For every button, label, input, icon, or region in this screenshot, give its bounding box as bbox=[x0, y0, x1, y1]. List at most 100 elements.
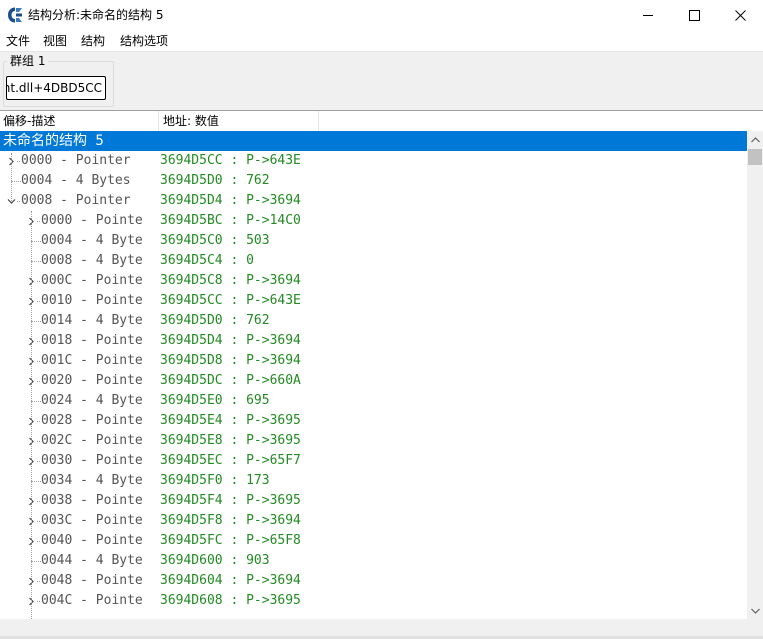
tree-row[interactable]: 001C - Pointe 3694D5D8 : P->3694 bbox=[0, 351, 747, 371]
minimize-button[interactable] bbox=[625, 0, 671, 31]
tree-connector bbox=[17, 201, 20, 202]
row-description-cell: 001C - Pointe bbox=[41, 351, 160, 371]
menu-view[interactable]: 视图 bbox=[43, 33, 67, 49]
column-header: 偏移-描述 地址: 数值 bbox=[0, 111, 763, 132]
tree-row[interactable]: 0020 - Pointe 3694D5DC : P->660A bbox=[0, 371, 747, 391]
row-description-cell: 004C - Pointe bbox=[41, 591, 160, 611]
tree-row[interactable]: 0018 - Pointe 3694D5D4 : P->3694 bbox=[0, 331, 747, 351]
tree-row[interactable]: 0028 - Pointe 3694D5E4 : P->3695 bbox=[0, 411, 747, 431]
row-offset-description: 0000 - Pointe bbox=[41, 213, 143, 228]
row-offset-description: 0004 - 4 Byte bbox=[41, 233, 143, 248]
row-offset-description: 0038 - Pointe bbox=[41, 493, 143, 508]
tree-row[interactable]: 0004 - 4 Byte 3694D5C0 : 503 bbox=[0, 231, 747, 251]
tree-row[interactable]: 0004 - 4 Bytes 3694D5D0 : 762 bbox=[0, 171, 747, 191]
vertical-scrollbar[interactable] bbox=[747, 131, 763, 619]
tree-connector bbox=[31, 321, 41, 322]
column-header-offset[interactable]: 偏移-描述 bbox=[3, 114, 55, 128]
row-offset-description: 0000 - Pointer bbox=[21, 153, 131, 168]
row-offset-description: 0034 - 4 Byte bbox=[41, 473, 143, 488]
row-address-value: 3694D5F0 : 173 bbox=[160, 473, 270, 488]
menu-structure-options[interactable]: 结构选项 bbox=[120, 33, 168, 49]
close-button[interactable] bbox=[717, 0, 763, 31]
row-address-value: 3694D604 : P->3694 bbox=[160, 573, 301, 588]
tree-connector bbox=[37, 221, 40, 222]
tree-row[interactable]: 0030 - Pointe 3694D5EC : P->65F7 bbox=[0, 451, 747, 471]
tree-row[interactable]: 0010 - Pointe 3694D5CC : P->643E bbox=[0, 291, 747, 311]
row-description-cell: 003C - Pointe bbox=[41, 511, 160, 531]
tree-row[interactable]: 0000 - Pointe 3694D5BC : P->14C0 bbox=[0, 211, 747, 231]
row-address-value: 3694D608 : P->3695 bbox=[160, 593, 301, 608]
tree-row[interactable]: 0014 - 4 Byte 3694D5D0 : 762 bbox=[0, 311, 747, 331]
menu-file[interactable]: 文件 bbox=[6, 33, 30, 49]
row-offset-description: 0044 - 4 Byte bbox=[41, 553, 143, 568]
row-address-value: 3694D5E0 : 695 bbox=[160, 393, 270, 408]
column-divider[interactable] bbox=[158, 111, 159, 131]
tree-connector bbox=[37, 301, 40, 302]
tree-row[interactable]: 0044 - 4 Byte 3694D600 : 903 bbox=[0, 551, 747, 571]
row-description-cell: 0028 - Pointe bbox=[41, 411, 160, 431]
row-description-cell: 0018 - Pointe bbox=[41, 331, 160, 351]
row-description-cell: 0038 - Pointe bbox=[41, 491, 160, 511]
tree-row[interactable]: 0048 - Pointe 3694D604 : P->3694 bbox=[0, 571, 747, 591]
row-description-cell: 000C - Pointe bbox=[41, 271, 160, 291]
tree-row[interactable]: 0008 - 4 Byte 3694D5C4 : 0 bbox=[0, 251, 747, 271]
tree-row[interactable]: 0000 - Pointer 3694D5CC : P->643E bbox=[0, 151, 747, 171]
group-label: 群组 1 bbox=[7, 53, 49, 69]
tree-connector bbox=[37, 341, 40, 342]
row-address-value: 3694D5D4 : P->3694 bbox=[160, 333, 301, 348]
row-offset-description: 002C - Pointe bbox=[41, 433, 143, 448]
structure-tree[interactable]: 未命名的结构 5 0000 - Pointer 3694D5CC : P->643… bbox=[0, 131, 747, 619]
horizontal-scrollbar[interactable] bbox=[0, 619, 747, 636]
scroll-up-button[interactable] bbox=[747, 131, 763, 148]
row-description-cell: 0000 - Pointe bbox=[41, 211, 160, 231]
row-description-cell: 0020 - Pointe bbox=[41, 371, 160, 391]
tree-row[interactable]: 004C - Pointe 3694D608 : P->3695 bbox=[0, 591, 747, 611]
tree-row[interactable]: 000C - Pointe 3694D5C8 : P->3694 bbox=[0, 271, 747, 291]
tree-row[interactable]: 0008 - Pointer 3694D5D4 : P->3694 bbox=[0, 191, 747, 211]
row-offset-description: 0018 - Pointe bbox=[41, 333, 143, 348]
tree-row[interactable]: 0034 - 4 Byte 3694D5F0 : 173 bbox=[0, 471, 747, 491]
title-bar: 结构分析:未命名的结构 5 bbox=[0, 0, 763, 31]
row-address-value: 3694D5F8 : P->3694 bbox=[160, 513, 301, 528]
row-address-value: 3694D5BC : P->14C0 bbox=[160, 213, 301, 228]
tree-connector bbox=[37, 381, 40, 382]
tree-connector bbox=[31, 481, 41, 482]
tree-row[interactable]: 002C - Pointe 3694D5E8 : P->3695 bbox=[0, 431, 747, 451]
row-description-cell: 0004 - 4 Byte bbox=[41, 231, 160, 251]
window-title: 结构分析:未命名的结构 5 bbox=[28, 8, 164, 22]
column-divider[interactable] bbox=[318, 111, 319, 131]
row-address-value: 3694D5C0 : 503 bbox=[160, 233, 270, 248]
root-label: 未命名的结构 5 bbox=[3, 133, 104, 149]
row-offset-description: 0048 - Pointe bbox=[41, 573, 143, 588]
column-header-address[interactable]: 地址: 数值 bbox=[163, 114, 219, 128]
row-address-value: 3694D5F4 : P->3695 bbox=[160, 493, 301, 508]
row-description-cell: 002C - Pointe bbox=[41, 431, 160, 451]
scrollbar-thumb[interactable] bbox=[748, 149, 762, 165]
tree-root-node[interactable]: 未命名的结构 5 bbox=[0, 131, 747, 151]
tree-connector bbox=[37, 281, 40, 282]
tree-connector bbox=[37, 521, 40, 522]
scroll-down-button[interactable] bbox=[747, 602, 763, 619]
row-description-cell: 0048 - Pointe bbox=[41, 571, 160, 591]
tree-row[interactable]: 0038 - Pointe 3694D5F4 : P->3695 bbox=[0, 491, 747, 511]
maximize-button[interactable] bbox=[671, 0, 717, 31]
row-address-value: 3694D600 : 903 bbox=[160, 553, 270, 568]
tree-row[interactable]: 0024 - 4 Byte 3694D5E0 : 695 bbox=[0, 391, 747, 411]
tree-connector bbox=[31, 261, 41, 262]
menu-structure[interactable]: 结构 bbox=[81, 33, 105, 49]
row-address-value: 3694D5DC : P->660A bbox=[160, 373, 301, 388]
tree-connector bbox=[37, 421, 40, 422]
row-description-cell: 0010 - Pointe bbox=[41, 291, 160, 311]
tree-connector bbox=[11, 181, 21, 182]
row-offset-description: 004C - Pointe bbox=[41, 593, 143, 608]
row-address-value: 3694D5E8 : P->3695 bbox=[160, 433, 301, 448]
tree-guide-line bbox=[11, 153, 12, 201]
row-description-cell: 0008 - Pointer bbox=[21, 191, 160, 211]
address-field[interactable]: nt.dll+4DBD5CC bbox=[6, 76, 106, 100]
menu-bar: 文件 视图 结构 结构选项 bbox=[0, 31, 763, 51]
row-address-value: 3694D5C8 : P->3694 bbox=[160, 273, 301, 288]
tree-row[interactable]: 003C - Pointe 3694D5F8 : P->3694 bbox=[0, 511, 747, 531]
row-address-value: 3694D5EC : P->65F7 bbox=[160, 453, 301, 468]
tree-connector bbox=[37, 501, 40, 502]
tree-row[interactable]: 0040 - Pointe 3694D5FC : P->65F8 bbox=[0, 531, 747, 551]
